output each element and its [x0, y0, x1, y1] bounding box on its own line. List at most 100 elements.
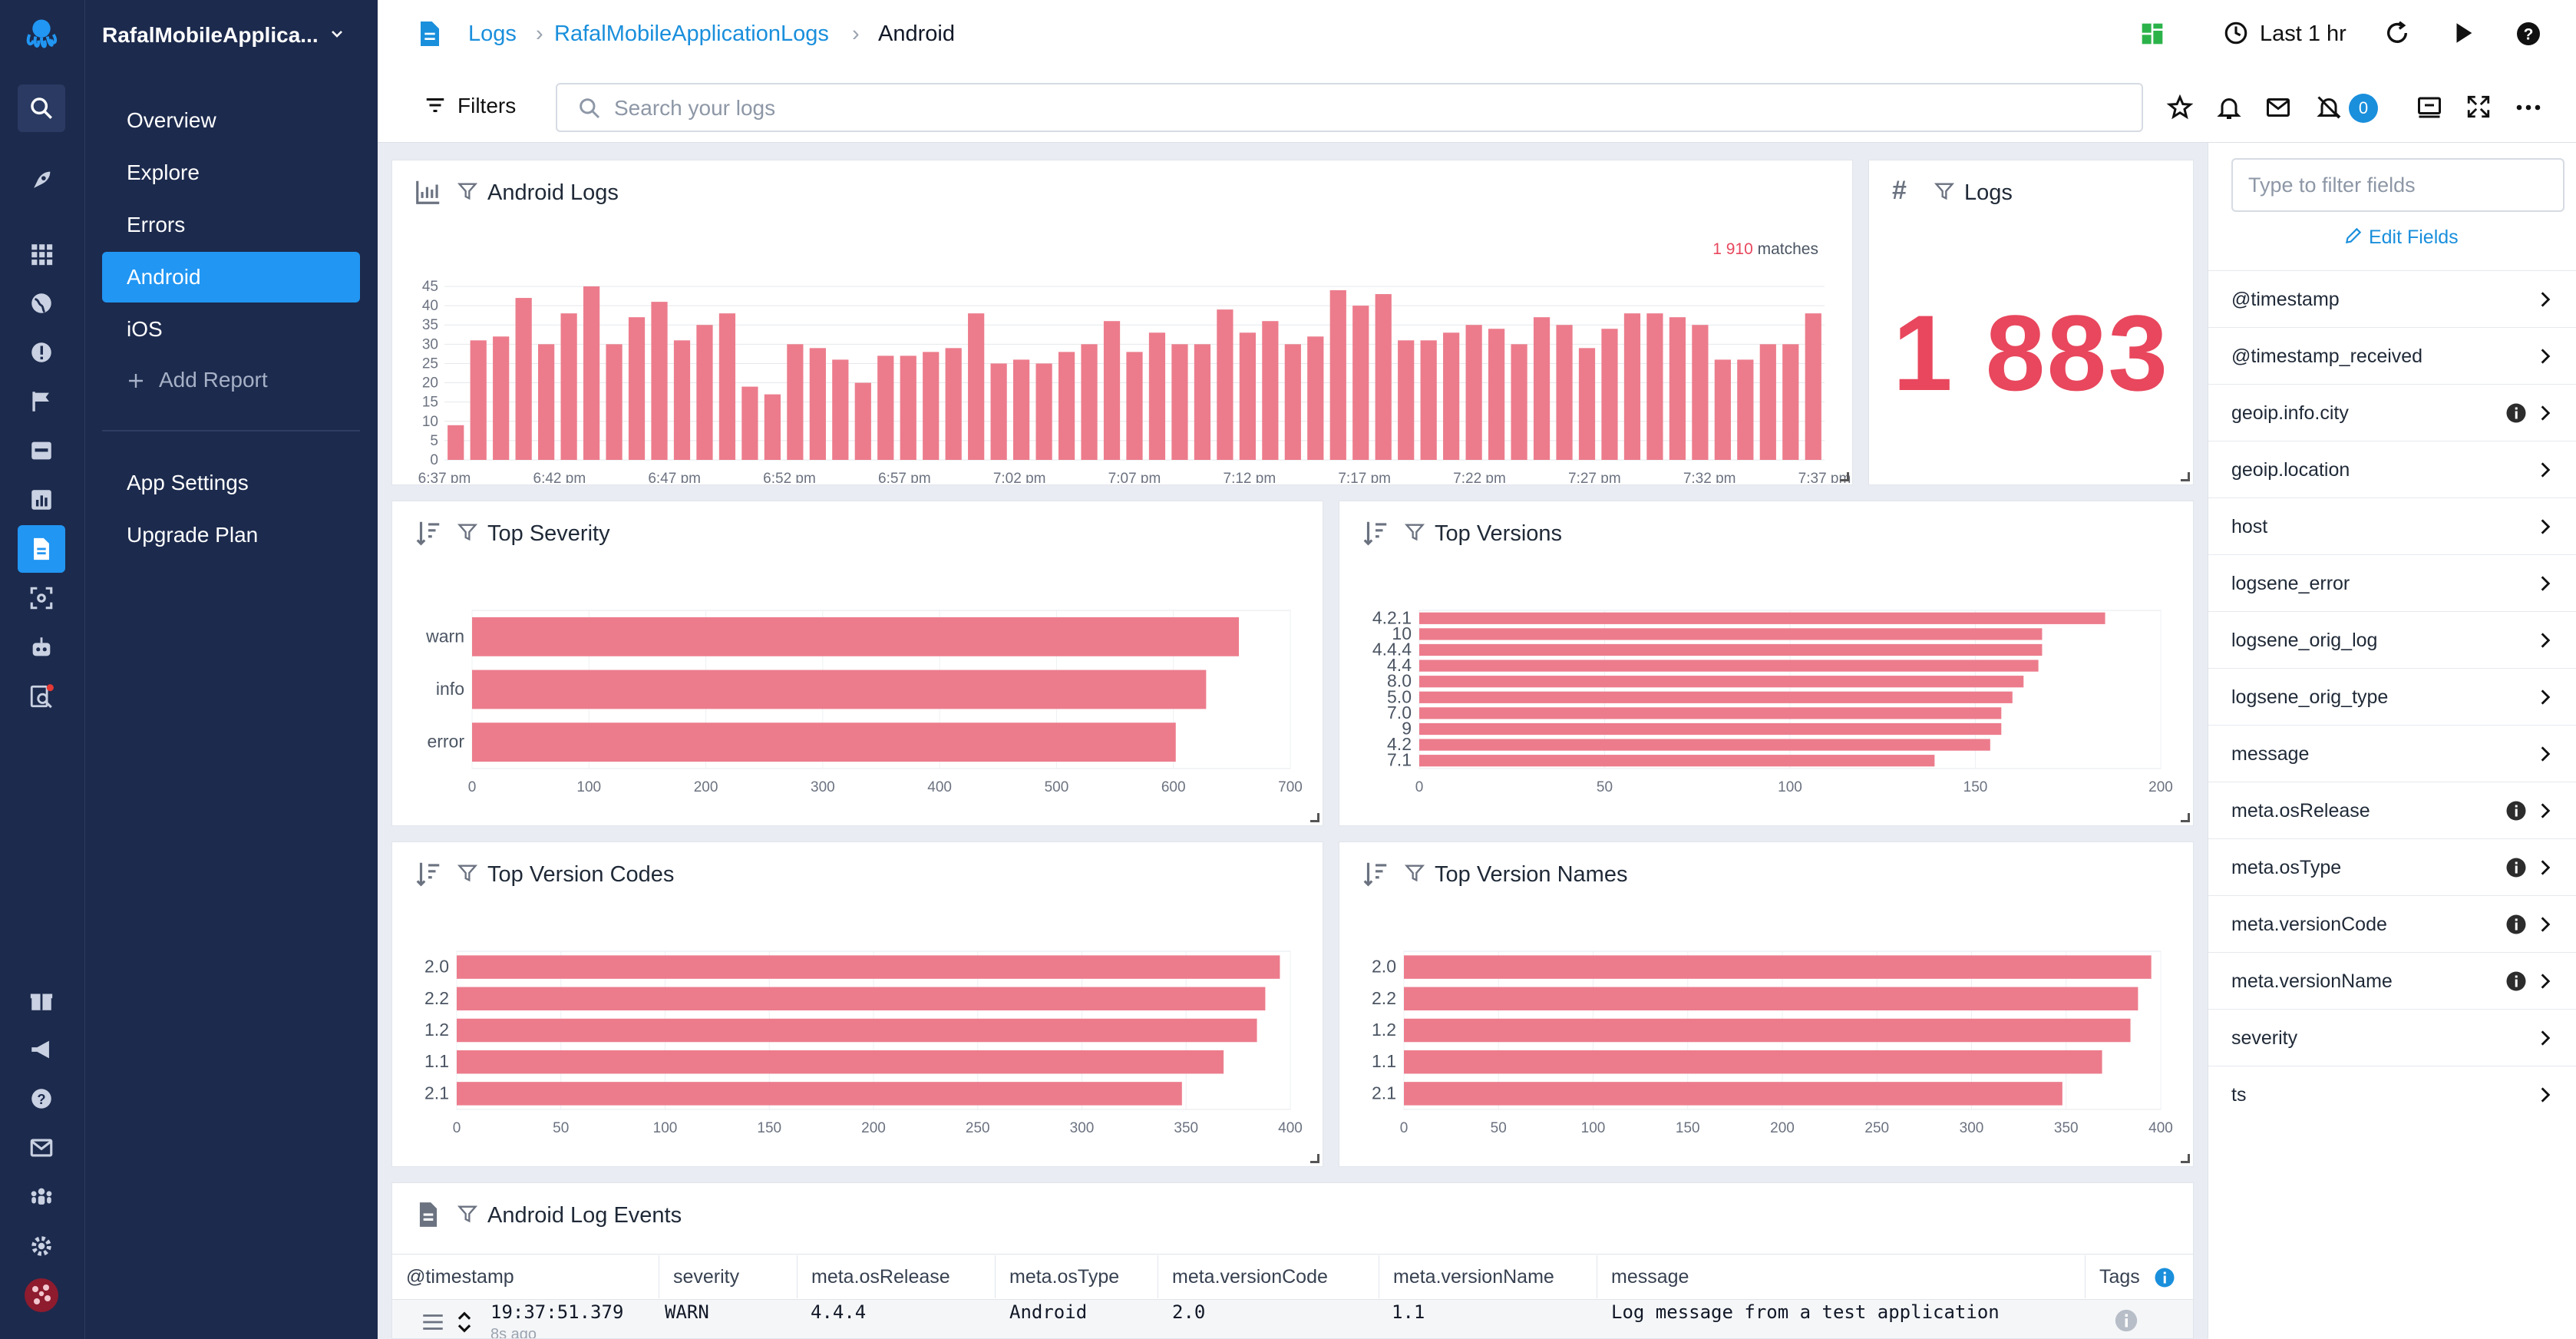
field-item[interactable]: meta.versionCode: [2208, 895, 2576, 952]
grid-icon[interactable]: [18, 230, 65, 278]
nav-android[interactable]: Android: [102, 252, 360, 303]
chevron-right-icon: [2541, 803, 2551, 818]
chevron-right-icon: [2541, 633, 2551, 648]
field-item[interactable]: meta.osType: [2208, 838, 2576, 895]
field-item[interactable]: logsene_orig_log: [2208, 611, 2576, 668]
nav-app-settings[interactable]: App Settings: [102, 458, 360, 508]
resize-handle[interactable]: [1310, 813, 1319, 822]
megaphone-icon[interactable]: [18, 1026, 65, 1073]
field-item[interactable]: meta.versionName: [2208, 952, 2576, 1009]
bar: [1419, 676, 2024, 688]
chevron-right-icon: [2541, 292, 2551, 307]
edit-fields-link[interactable]: Edit Fields: [2343, 226, 2459, 249]
field-item[interactable]: logsene_orig_type: [2208, 668, 2576, 725]
chevron-down-icon[interactable]: [329, 26, 345, 41]
gift-icon[interactable]: [18, 977, 65, 1024]
alert-icon[interactable]: [18, 329, 65, 376]
refresh-icon[interactable]: [2384, 20, 2410, 46]
team-icon[interactable]: [18, 1173, 65, 1221]
column-header-message[interactable]: message: [1597, 1255, 2086, 1298]
fullscreen-icon[interactable]: [2465, 94, 2492, 120]
filter-icon[interactable]: [1934, 180, 1955, 202]
resize-handle[interactable]: [1310, 1154, 1319, 1163]
more-icon[interactable]: [2515, 97, 2542, 118]
gear-icon[interactable]: [18, 1222, 65, 1270]
histogram-bar: [696, 325, 713, 460]
nav-overview[interactable]: Overview: [102, 95, 360, 146]
scan-icon[interactable]: [18, 574, 65, 622]
filter-icon[interactable]: [1404, 521, 1425, 543]
robot-icon[interactable]: [18, 623, 65, 671]
search-input[interactable]: Search your logs: [556, 83, 2143, 132]
filter-icon[interactable]: [457, 180, 478, 202]
field-item[interactable]: @timestamp_received: [2208, 327, 2576, 384]
info-icon[interactable]: [2505, 970, 2528, 993]
logs-icon[interactable]: [18, 525, 65, 573]
field-filter-input[interactable]: Type to filter fields: [2231, 158, 2564, 212]
field-item[interactable]: host: [2208, 498, 2576, 554]
field-item[interactable]: severity: [2208, 1009, 2576, 1066]
nav-explore[interactable]: Explore: [102, 147, 360, 198]
histogram-bar: [1103, 321, 1121, 460]
info-icon[interactable]: [2505, 402, 2528, 425]
info-icon[interactable]: [2505, 913, 2528, 936]
alerts-count-badge[interactable]: 0: [2349, 94, 2378, 123]
breadcrumb-app[interactable]: RafalMobileApplicationLogs: [554, 21, 829, 47]
filter-icon[interactable]: [457, 862, 478, 884]
field-item[interactable]: geoip.location: [2208, 441, 2576, 498]
column-header-ostype[interactable]: meta.osType: [996, 1255, 1158, 1298]
octopus-logo-icon[interactable]: [18, 11, 65, 58]
dashboard-icon[interactable]: [2140, 21, 2165, 46]
resize-handle[interactable]: [2181, 472, 2190, 481]
filter-icon[interactable]: [457, 521, 478, 543]
resize-handle[interactable]: [1840, 472, 1849, 481]
resize-handle[interactable]: [2181, 1154, 2190, 1163]
field-item[interactable]: meta.osRelease: [2208, 782, 2576, 838]
column-header-tags[interactable]: Tags: [2086, 1255, 2193, 1298]
filter-icon[interactable]: [457, 1203, 478, 1225]
info-icon[interactable]: [2153, 1266, 2176, 1289]
filter-icon[interactable]: [1404, 862, 1425, 884]
star-icon[interactable]: [2166, 94, 2194, 121]
nav-upgrade-plan[interactable]: Upgrade Plan: [102, 510, 360, 560]
column-header-severity[interactable]: severity: [659, 1255, 798, 1298]
help-icon[interactable]: ?: [18, 1075, 65, 1122]
play-icon[interactable]: [2450, 20, 2476, 46]
field-item[interactable]: @timestamp: [2208, 270, 2576, 327]
search-icon[interactable]: [18, 84, 65, 132]
help-icon[interactable]: ?: [2515, 20, 2542, 48]
column-header-versioncode[interactable]: meta.versionCode: [1158, 1255, 1379, 1298]
inbox-icon[interactable]: [18, 427, 65, 474]
field-item[interactable]: logsene_error: [2208, 554, 2576, 611]
field-item[interactable]: geoip.info.city: [2208, 384, 2576, 441]
resize-handle[interactable]: [2181, 813, 2190, 822]
screen-icon[interactable]: [2415, 94, 2444, 121]
top-version-names-card: Top Version Names 0 50 100 150 200 250 300 350 4…: [1339, 841, 2194, 1167]
menu-icon[interactable]: [420, 1309, 446, 1335]
muted-bell-icon[interactable]: [2315, 94, 2343, 121]
column-header-osrelease[interactable]: meta.osRelease: [798, 1255, 996, 1298]
field-item[interactable]: ts: [2208, 1066, 2576, 1122]
chart-icon[interactable]: [18, 476, 65, 524]
alert-bell-icon[interactable]: [2215, 94, 2243, 121]
info-icon[interactable]: [2505, 856, 2528, 879]
info-icon[interactable]: [2113, 1308, 2139, 1334]
nav-errors[interactable]: Errors: [102, 200, 360, 250]
breadcrumb-logs[interactable]: Logs: [468, 21, 517, 47]
flag-icon[interactable]: [18, 378, 65, 425]
nav-ios[interactable]: iOS: [102, 304, 360, 355]
mail-icon[interactable]: [2264, 94, 2292, 121]
histogram-bar: [470, 340, 487, 460]
globe-icon[interactable]: [18, 279, 65, 327]
column-header-timestamp[interactable]: @timestamp: [392, 1255, 659, 1298]
app-name[interactable]: RafalMobileApplica...: [102, 23, 319, 48]
search-doc-icon[interactable]: [18, 673, 65, 720]
rocket-icon[interactable]: [18, 157, 65, 204]
add-report-button[interactable]: Add Report: [102, 355, 360, 405]
avatar[interactable]: [18, 1271, 65, 1319]
column-header-versionname[interactable]: meta.versionName: [1379, 1255, 1597, 1298]
field-item[interactable]: message: [2208, 725, 2576, 782]
info-icon[interactable]: [2505, 799, 2528, 822]
mail-icon[interactable]: [18, 1124, 65, 1172]
expand-icon[interactable]: [455, 1309, 474, 1335]
